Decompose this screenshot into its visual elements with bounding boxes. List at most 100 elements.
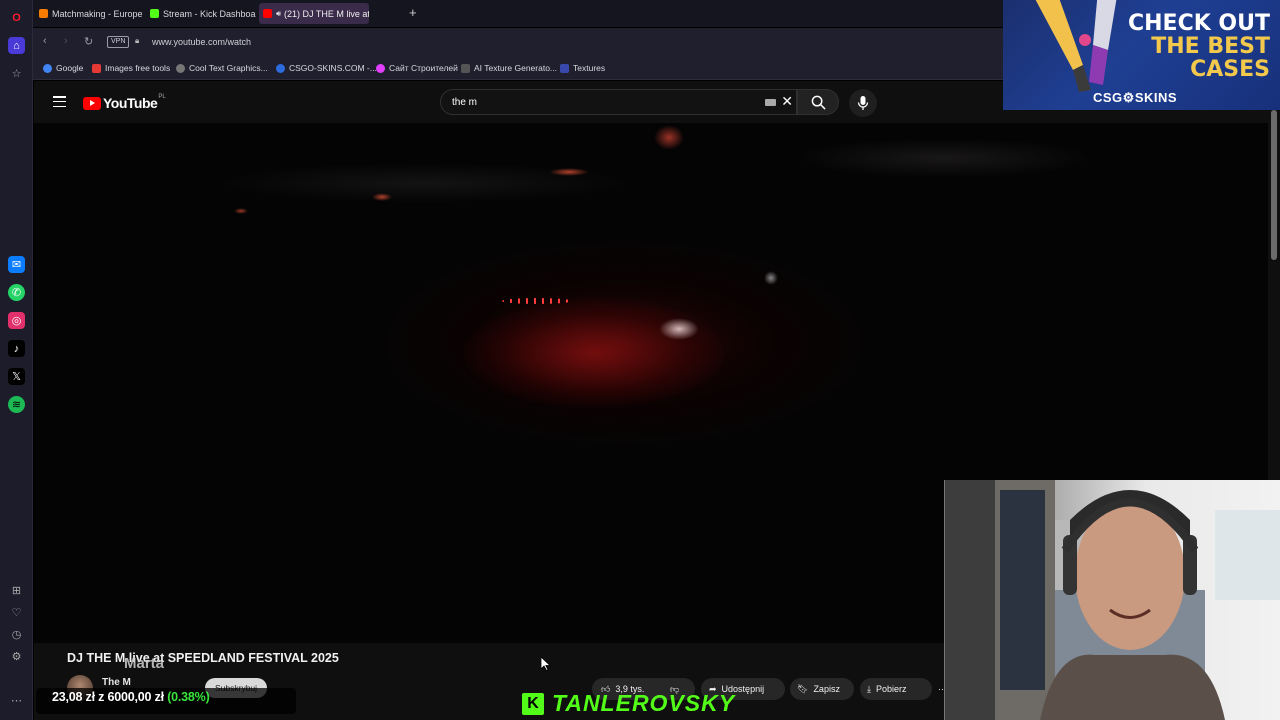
- speaker-icon: 🔊︎: [276, 8, 282, 18]
- tab-matchmaking[interactable]: Matchmaking - Europe 5v: [35, 3, 143, 24]
- country-code: PL: [158, 94, 166, 100]
- city-light: [654, 125, 684, 150]
- search-input[interactable]: the m ✕: [440, 89, 797, 115]
- city-light: [234, 208, 248, 214]
- opera-logo-icon[interactable]: O: [8, 9, 25, 26]
- new-tab-button[interactable]: +: [409, 6, 417, 19]
- stage-glow: [464, 298, 724, 408]
- bookmark-favicon: [92, 63, 101, 73]
- forward-icon[interactable]: ›: [64, 35, 68, 47]
- video-title: DJ THE M live at SPEEDLAND FESTIVAL 2025: [67, 651, 339, 665]
- ad-brand: CSG⚙SKINS: [1093, 90, 1178, 105]
- tab-label: Stream - Kick Dashboard: [163, 8, 256, 19]
- stream-overlay-name: Marta: [124, 655, 165, 672]
- donation-current: 23,08 zł: [52, 690, 95, 704]
- clear-search-icon[interactable]: ✕: [781, 93, 793, 110]
- star-icon[interactable]: ☆: [8, 65, 25, 82]
- csgo-skins-ad[interactable]: CHECK OUT THE BEST CASES CSG⚙SKINS: [1003, 0, 1280, 110]
- stage-light: [502, 298, 572, 304]
- tab-youtube-video[interactable]: 🔊︎ (21) DJ THE M live at S: [259, 3, 369, 24]
- x-icon[interactable]: 𝕏: [8, 368, 25, 385]
- bookmark-icon: 🔖︎: [797, 683, 809, 694]
- donation-target: 6000,00 zł: [107, 690, 165, 704]
- tiktok-icon[interactable]: ♪: [8, 340, 25, 357]
- google-icon: [43, 63, 52, 73]
- bookmark-favicon: [461, 63, 470, 73]
- bookmark-favicon: [560, 63, 569, 73]
- ad-headline-3: CASES: [1190, 57, 1270, 82]
- city-light: [764, 271, 778, 285]
- donation-percent: (0.38%): [167, 690, 210, 704]
- kick-icon: [150, 9, 159, 18]
- scrollbar-thumb[interactable]: [1271, 110, 1277, 260]
- apps-icon[interactable]: ⊞: [8, 582, 25, 599]
- donation-separator: z: [98, 690, 105, 704]
- search-query: the m: [452, 97, 478, 108]
- lock-icon[interactable]: 🔒︎: [135, 36, 139, 46]
- bookmark-label: Сайт Строителей: [389, 63, 458, 73]
- mouse-cursor-icon: [541, 657, 551, 671]
- search-icon: [811, 95, 826, 110]
- bookmark-google[interactable]: Google: [43, 63, 83, 73]
- save-button[interactable]: 🔖︎ Zapisz: [797, 678, 840, 700]
- messenger-icon[interactable]: ✉: [8, 256, 25, 273]
- bookmark-images-free-tools[interactable]: Images free tools: [92, 63, 170, 73]
- channel-name[interactable]: The M: [102, 677, 131, 688]
- download-label: Pobierz: [875, 684, 907, 694]
- bookmark-label: Google: [56, 63, 84, 73]
- bookmark-label: CSGO-SKINS.COM -...: [289, 63, 377, 73]
- stage-light: [659, 318, 699, 340]
- tab-kick-dashboard[interactable]: Stream - Kick Dashboard: [146, 3, 256, 24]
- search-button[interactable]: [797, 89, 839, 115]
- bookmark-favicon: [276, 63, 285, 73]
- back-icon[interactable]: ‹: [43, 35, 47, 47]
- ad-headline-1: CHECK OUT: [1127, 11, 1270, 36]
- history-icon[interactable]: ◷: [8, 626, 25, 643]
- bookmark-textures[interactable]: Textures: [560, 63, 605, 73]
- bookmark-label: Textures: [573, 63, 606, 73]
- spotify-icon[interactable]: ≋: [8, 396, 25, 413]
- heart-icon[interactable]: ♡: [8, 604, 25, 621]
- bookmark-label: AI Texture Generato...: [474, 63, 557, 73]
- bookmark-favicon: [176, 63, 185, 73]
- bookmark-cool-text[interactable]: Cool Text Graphics...: [176, 63, 268, 73]
- youtube-icon: [263, 9, 272, 18]
- save-label: Zapisz: [813, 684, 840, 694]
- url-field[interactable]: www.youtube.com/watch: [152, 37, 251, 47]
- bookmark-csgo-skins[interactable]: CSGO-SKINS.COM -...: [276, 63, 377, 73]
- tab-label: Matchmaking - Europe 5v: [52, 8, 143, 19]
- bookmark-label: Cool Text Graphics...: [189, 63, 268, 73]
- kick-channel-banner: K TANLEROVSKY: [522, 690, 735, 717]
- reload-icon[interactable]: ↻: [84, 35, 93, 48]
- faceit-icon: [39, 9, 48, 18]
- home-icon[interactable]: ⌂: [8, 37, 25, 54]
- vpn-badge[interactable]: VPN: [107, 36, 130, 48]
- download-icon: ⤓: [867, 683, 871, 694]
- bookmark-ai-texture[interactable]: AI Texture Generato...: [461, 63, 557, 73]
- download-button[interactable]: ⤓ Pobierz: [867, 678, 907, 700]
- menu-icon[interactable]: [53, 96, 66, 107]
- tab-label: (21) DJ THE M live at S: [284, 8, 369, 19]
- more-icon[interactable]: ⋯: [8, 692, 25, 709]
- whatsapp-icon[interactable]: ✆: [8, 284, 25, 301]
- opera-sidebar: O ⌂ ☆ ✉ ✆ ◎ ♪ 𝕏 ≋ ⊞ ♡ ◷ ⚙ ⋯: [0, 0, 33, 720]
- city-light: [794, 138, 1094, 178]
- microphone-icon: [857, 96, 869, 110]
- keyboard-icon[interactable]: [765, 99, 776, 106]
- city-light: [214, 163, 634, 203]
- settings-icon[interactable]: ⚙: [8, 648, 25, 665]
- bookmark-site-builders[interactable]: Сайт Строителей: [376, 63, 458, 73]
- ad-headline-2: THE BEST: [1151, 34, 1270, 59]
- kick-channel-name: TANLEROVSKY: [552, 690, 736, 716]
- bookmark-favicon: [376, 63, 385, 73]
- kick-logo-icon: K: [522, 692, 544, 715]
- youtube-logo[interactable]: YouTube PL: [83, 94, 166, 111]
- streamer-webcam: [944, 480, 1280, 720]
- instagram-icon[interactable]: ◎: [8, 312, 25, 329]
- youtube-wordmark: YouTube: [103, 95, 158, 111]
- donation-goal: 23,08 zł z 6000,00 zł (0.38%): [52, 690, 210, 704]
- voice-search-button[interactable]: [849, 89, 877, 117]
- youtube-play-icon: [83, 96, 101, 110]
- bookmark-label: Images free tools: [105, 63, 171, 73]
- webcam-scene: [945, 480, 1280, 720]
